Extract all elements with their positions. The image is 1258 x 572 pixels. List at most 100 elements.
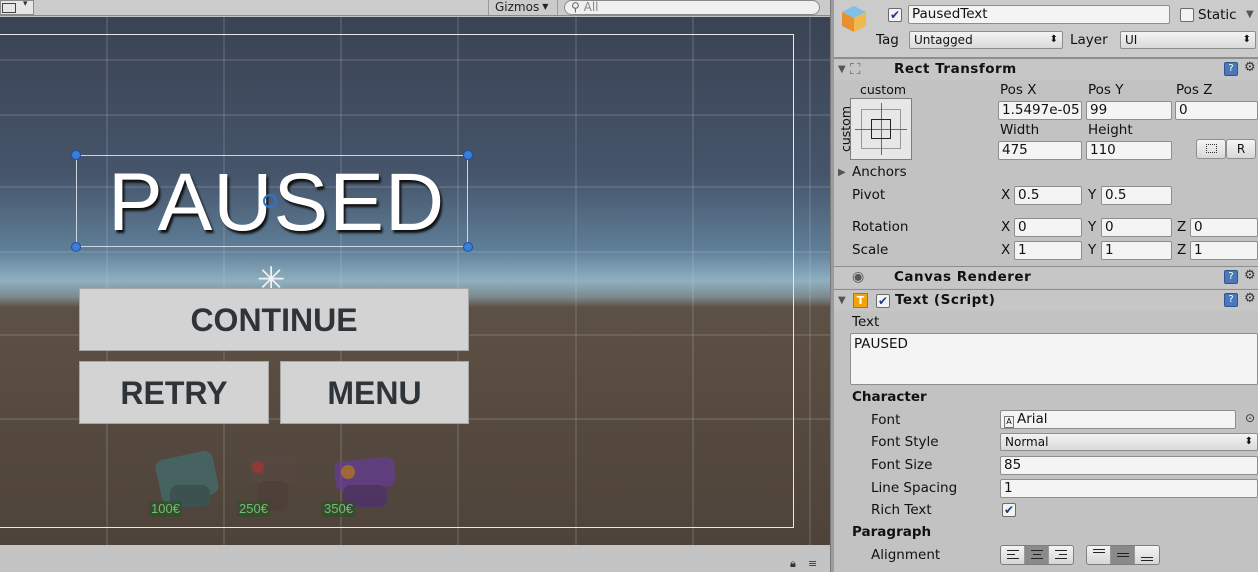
tag-value: Untagged — [914, 33, 973, 47]
gear-icon[interactable]: ⚙ — [1244, 60, 1256, 75]
align-center-icon[interactable] — [1025, 546, 1049, 564]
dropdown-arrows-icon: ⬍ — [1242, 34, 1251, 45]
gizmo-handle-bottom-right[interactable] — [463, 242, 473, 252]
font-object-field[interactable]: A Arial — [1000, 410, 1236, 429]
help-book-icon[interactable]: ? — [1224, 293, 1238, 307]
help-book-icon[interactable]: ? — [1224, 270, 1238, 284]
pos-y-field[interactable]: 99 — [1086, 101, 1172, 120]
gizmo-handle-bottom-left[interactable] — [71, 242, 81, 252]
pivot-y-axis-label: Y — [1088, 187, 1097, 203]
text-component-icon: T — [853, 293, 868, 308]
active-checkbox[interactable]: ✔ — [888, 8, 902, 22]
align-top-icon[interactable] — [1087, 546, 1111, 564]
static-dropdown-caret-icon[interactable]: ▼ — [1246, 9, 1254, 20]
anchors-label[interactable]: Anchors — [852, 163, 907, 181]
pivot-handle[interactable] — [263, 194, 277, 208]
tag-dropdown[interactable]: Untagged ⬍ — [909, 31, 1063, 49]
gameobject-header: ✔ PausedText Static ▼ Tag Untagged ⬍ Laye… — [834, 0, 1258, 58]
rotation-x-field[interactable]: 0 — [1014, 218, 1082, 237]
raw-edit-button[interactable]: R — [1226, 139, 1256, 159]
anchors-foldout-icon[interactable]: ▶ — [838, 167, 846, 178]
canvas-renderer-header[interactable]: ◉ Canvas Renderer ? ⚙ — [834, 266, 1258, 288]
text-enabled-checkbox[interactable]: ✔ — [876, 294, 890, 308]
line-spacing-field[interactable]: 1 — [1000, 479, 1258, 498]
scene-toolbar: ▾ Gizmos ▼ ⚲ All — [0, 0, 830, 16]
tag-label: Tag — [876, 32, 899, 48]
font-style-dropdown[interactable]: Normal ⬍ — [1000, 433, 1258, 451]
object-picker-icon[interactable]: ⊙ — [1245, 411, 1255, 425]
image-icon — [2, 3, 16, 13]
draw-mode-dropdown[interactable]: ▾ — [0, 0, 34, 15]
align-left-icon[interactable] — [1001, 546, 1025, 564]
static-checkbox[interactable] — [1180, 8, 1194, 22]
panel-menu-icon[interactable]: ≡ — [808, 557, 817, 570]
rich-text-checkbox[interactable]: ✔ — [1002, 503, 1016, 517]
height-label: Height — [1088, 122, 1133, 138]
font-label: Font — [871, 412, 901, 428]
align-bottom-icon[interactable] — [1135, 546, 1159, 564]
layer-dropdown[interactable]: UI ⬍ — [1120, 31, 1256, 49]
gizmos-dropdown[interactable]: Gizmos ▼ — [488, 0, 558, 15]
pos-y-label: Pos Y — [1088, 82, 1124, 98]
menu-button[interactable]: MENU — [280, 361, 469, 424]
foldout-arrow-icon[interactable]: ▼ — [838, 64, 846, 75]
character-section-label: Character — [852, 389, 927, 405]
lock-icon[interactable]: 🔒︎ — [790, 557, 796, 571]
scale-x-field[interactable]: 1 — [1014, 241, 1082, 260]
gear-icon[interactable]: ⚙ — [1244, 268, 1256, 283]
text-script-header[interactable]: ▼ T ✔ Text (Script) ? ⚙ — [834, 289, 1258, 311]
anchor-preset-button[interactable] — [850, 98, 912, 160]
font-size-label: Font Size — [871, 457, 933, 473]
rotation-y-field[interactable]: 0 — [1101, 218, 1172, 237]
text-label: Text — [852, 314, 880, 330]
rotation-z-axis-label: Z — [1177, 219, 1187, 235]
gizmo-handle-top-left[interactable] — [71, 150, 81, 160]
font-size-field[interactable]: 85 — [1000, 456, 1258, 475]
scale-z-field[interactable]: 1 — [1190, 241, 1258, 260]
caret-down-icon: ▼ — [542, 2, 549, 11]
alignment-label: Alignment — [871, 547, 941, 563]
font-value: Arial — [1017, 411, 1048, 427]
scale-label: Scale — [852, 242, 889, 258]
paragraph-section-label: Paragraph — [852, 524, 932, 540]
static-label: Static — [1198, 7, 1237, 23]
dropdown-arrows-icon: ⬍ — [1244, 436, 1253, 447]
rotation-x-axis-label: X — [1001, 219, 1011, 235]
blueprint-mode-button[interactable] — [1196, 139, 1226, 159]
align-middle-icon[interactable] — [1111, 546, 1135, 564]
object-name-field[interactable]: PausedText — [908, 5, 1170, 24]
scene-view[interactable]: ▾ Gizmos ▼ ⚲ All PAUSED ✳ CONTINUE RETRY… — [0, 0, 830, 572]
text-script-title: Text (Script) — [895, 292, 996, 308]
scene-search-input[interactable]: ⚲ All — [564, 0, 820, 15]
pos-z-label: Pos Z — [1176, 82, 1213, 98]
scale-y-field[interactable]: 1 — [1101, 241, 1172, 260]
height-field[interactable]: 110 — [1086, 141, 1172, 160]
scene-viewport[interactable]: PAUSED ✳ CONTINUE RETRY MENU 100€ 250€ 3… — [0, 17, 830, 545]
pivot-y-field[interactable]: 0.5 — [1101, 186, 1172, 205]
pos-x-field[interactable]: 1.5497e-05 — [998, 101, 1082, 120]
horizontal-alignment-group[interactable] — [1000, 545, 1074, 565]
caret-down-icon: ▾ — [23, 0, 28, 9]
scale-y-axis-label: Y — [1088, 242, 1097, 258]
anchor-center-box — [871, 119, 891, 139]
foldout-arrow-icon[interactable]: ▼ — [838, 295, 846, 306]
rect-transform-header[interactable]: ▼ ⛶ Rect Transform ? ⚙ — [834, 58, 1258, 80]
gizmo-handle-top-right[interactable] — [463, 150, 473, 160]
retry-button[interactable]: RETRY — [79, 361, 269, 424]
width-field[interactable]: 475 — [998, 141, 1082, 160]
gear-icon[interactable]: ⚙ — [1244, 291, 1256, 306]
rotation-z-field[interactable]: 0 — [1190, 218, 1258, 237]
pivot-label: Pivot — [852, 187, 886, 203]
inspector-panel: ✔ PausedText Static ▼ Tag Untagged ⬍ Laye… — [834, 0, 1258, 572]
help-book-icon[interactable]: ? — [1224, 62, 1238, 76]
vertical-alignment-group[interactable] — [1086, 545, 1160, 565]
blueprint-icon — [1205, 144, 1217, 153]
pivot-x-field[interactable]: 0.5 — [1014, 186, 1082, 205]
continue-button[interactable]: CONTINUE — [79, 288, 469, 351]
pos-z-field[interactable]: 0 — [1175, 101, 1258, 120]
turret-light-icon — [252, 461, 264, 473]
font-style-label: Font Style — [871, 434, 939, 450]
text-value-area[interactable]: PAUSED — [850, 333, 1258, 385]
align-right-icon[interactable] — [1049, 546, 1073, 564]
canvas-renderer-eye-icon: ◉ — [852, 269, 865, 285]
